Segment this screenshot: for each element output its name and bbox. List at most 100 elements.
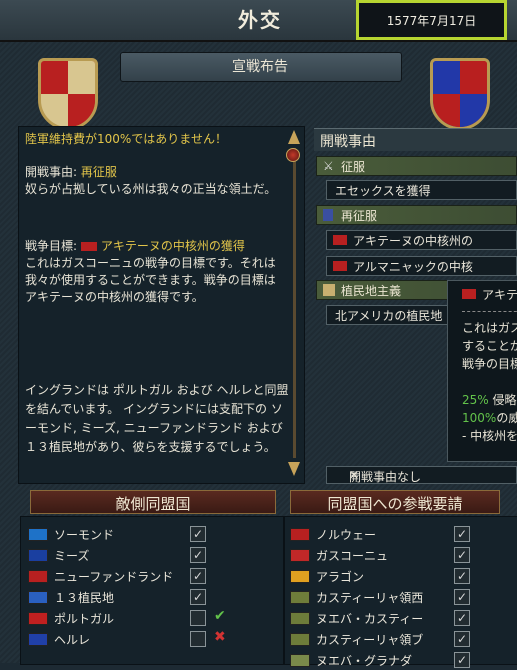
country-name: カスティーリャ領ブ bbox=[316, 633, 424, 647]
country-flag-icon bbox=[290, 654, 310, 667]
country-flag-icon bbox=[290, 528, 310, 541]
cb-item-label: アキテーヌの中核州の bbox=[353, 234, 474, 248]
cb-item-no-cb[interactable]: ✕ 開戦事由なし bbox=[326, 466, 517, 484]
country-name: １３植民地 bbox=[54, 591, 115, 605]
shield-quarter bbox=[68, 61, 95, 94]
country-flag-icon bbox=[290, 570, 310, 583]
ally-row[interactable]: ヌエバ・グラナダ ✓ bbox=[290, 650, 517, 670]
country-flag-icon bbox=[28, 570, 48, 583]
scroll-down-icon[interactable] bbox=[288, 462, 300, 476]
ally-checkbox[interactable]: ✓ bbox=[454, 547, 470, 563]
goal-line: 戦争目標: アキテーヌの中核州の獲得 bbox=[25, 238, 287, 255]
ally-checkbox[interactable]: ✓ bbox=[454, 610, 470, 626]
date-display[interactable]: 1577年7月17日 bbox=[356, 0, 507, 40]
country-flag-icon bbox=[28, 549, 48, 562]
ally-row[interactable]: ノルウェー ✓ bbox=[290, 524, 517, 544]
shield-quarter bbox=[460, 94, 487, 127]
date-text: 1577年7月17日 bbox=[386, 13, 477, 28]
country-flag-icon bbox=[28, 612, 48, 625]
shield-quarter bbox=[433, 94, 460, 127]
shield-quarter bbox=[460, 61, 487, 94]
cb-group-label: 再征服 bbox=[341, 209, 378, 223]
ally-checkbox[interactable] bbox=[190, 610, 206, 626]
ally-checkbox[interactable]: ✓ bbox=[454, 589, 470, 605]
country-flag-icon bbox=[28, 591, 48, 604]
country-flag-icon bbox=[28, 633, 48, 646]
ally-row[interactable]: ミーズ ✓ bbox=[28, 545, 268, 565]
window-title: 外交 bbox=[238, 8, 282, 32]
cb-group-label: 植民地主義 bbox=[341, 284, 402, 298]
casus-belli-title: 開戦事由 bbox=[320, 134, 376, 150]
cb-item-label: 北アメリカの植民地 bbox=[335, 309, 443, 323]
crossed-swords-icon: ⚔ bbox=[323, 159, 334, 173]
aquitaine-flag-icon bbox=[333, 235, 347, 245]
aquitaine-flag-icon bbox=[80, 242, 97, 251]
cb-item-essex[interactable]: エセックスを獲得 bbox=[326, 180, 517, 200]
armagnac-flag-icon bbox=[333, 261, 347, 271]
cb-item-label: エセックスを獲得 bbox=[335, 184, 431, 198]
accept-icon: ✔ bbox=[214, 608, 226, 624]
ally-checkbox[interactable]: ✓ bbox=[190, 526, 206, 542]
country-name: ポルトガル bbox=[54, 612, 115, 626]
country-name: ノルウェー bbox=[316, 528, 377, 542]
ally-row[interactable]: １３植民地 ✓ bbox=[28, 587, 268, 607]
country-name: ガスコーニュ bbox=[316, 549, 389, 563]
ally-row[interactable]: アラゴン ✓ bbox=[290, 566, 517, 586]
tooltip-line: これはガス bbox=[462, 321, 517, 335]
cb-item-label: アルマニャックの中核 bbox=[353, 260, 473, 274]
ally-row[interactable]: ヘルレ ✖ bbox=[28, 629, 268, 649]
goal-value: アキテーヌの中核州の獲得 bbox=[100, 239, 245, 253]
tooltip-line: することが bbox=[462, 339, 517, 353]
defender-coat-of-arms-icon[interactable] bbox=[430, 58, 490, 130]
cb-group-reconquest[interactable]: 再征服 bbox=[316, 205, 517, 225]
country-name: ソーモンド bbox=[54, 528, 115, 542]
shield-quarter bbox=[68, 94, 95, 127]
tooltip-divider bbox=[462, 311, 517, 312]
country-flag-icon bbox=[290, 591, 310, 604]
country-name: カスティーリャ領西 bbox=[316, 591, 424, 605]
ally-row[interactable]: カスティーリャ領ブ ✓ bbox=[290, 629, 517, 649]
ally-checkbox[interactable]: ✓ bbox=[190, 589, 206, 605]
enemy-allies-title: 敵側同盟国 bbox=[115, 495, 191, 513]
ally-checkbox[interactable]: ✓ bbox=[454, 631, 470, 647]
shield-quarter bbox=[41, 94, 68, 127]
banner-icon bbox=[323, 209, 333, 221]
attacker-coat-of-arms-icon[interactable] bbox=[38, 58, 98, 130]
ally-row[interactable]: ポルトガル ✔ bbox=[28, 608, 268, 628]
ally-checkbox[interactable]: ✓ bbox=[190, 547, 206, 563]
ally-row[interactable]: カスティーリャ領西 ✓ bbox=[290, 587, 517, 607]
cb-description: 奴らが占拠している州は我々の正当な領土だ。 bbox=[25, 182, 277, 196]
tooltip-prestige: 100%の威 bbox=[462, 409, 517, 426]
ally-row[interactable]: ニューファンドランド ✓ bbox=[28, 566, 268, 586]
cb-label: 開戦事由: bbox=[25, 165, 81, 179]
ally-checkbox[interactable] bbox=[190, 631, 206, 647]
call-allies-header: 同盟国への参戦要請 bbox=[290, 490, 500, 514]
scroll-up-icon[interactable] bbox=[288, 130, 300, 144]
cb-item-armagnac[interactable]: アルマニャックの中核 bbox=[326, 256, 517, 276]
shield-quarter bbox=[41, 61, 68, 94]
no-cb-label: 開戦事由なし bbox=[349, 470, 422, 484]
scrollbar-handle[interactable] bbox=[286, 148, 300, 162]
ally-row[interactable]: ソーモンド ✓ bbox=[28, 524, 268, 544]
country-name: アラゴン bbox=[316, 570, 365, 584]
ally-row[interactable]: ガスコーニュ ✓ bbox=[290, 545, 517, 565]
scrollbar-track[interactable] bbox=[293, 148, 296, 458]
cb-group-label: 征服 bbox=[341, 160, 366, 174]
cb-line: 開戦事由: 再征服 bbox=[25, 164, 285, 181]
ally-checkbox[interactable]: ✓ bbox=[454, 568, 470, 584]
casus-belli-header: 開戦事由 bbox=[314, 128, 517, 151]
cb-group-conquest[interactable]: ⚔ 征服 bbox=[316, 156, 517, 176]
tooltip-bullet: - 中核州を bbox=[462, 429, 517, 443]
ribbon-title: 宣戦布告 bbox=[232, 59, 288, 75]
cb-item-aquitaine[interactable]: アキテーヌの中核州の bbox=[326, 230, 517, 250]
ally-checkbox[interactable]: ✓ bbox=[454, 652, 470, 668]
goal-description: これはガスコーニュの戦争の目標です。それは我々が使用することができます。戦争の目… bbox=[25, 256, 276, 304]
ally-row[interactable]: ヌエバ・カスティー ✓ bbox=[290, 608, 517, 628]
alliance-description: イングランドは ポルトガル および ヘルレと同盟を結んでいます。 イングランドに… bbox=[25, 383, 289, 454]
call-allies-title: 同盟国への参戦要請 bbox=[327, 495, 463, 513]
tooltip-pct: 100% bbox=[462, 411, 497, 425]
country-name: ニューファンドランド bbox=[54, 570, 174, 584]
ally-checkbox[interactable]: ✓ bbox=[454, 526, 470, 542]
map-icon bbox=[323, 284, 335, 296]
ally-checkbox[interactable]: ✓ bbox=[190, 568, 206, 584]
